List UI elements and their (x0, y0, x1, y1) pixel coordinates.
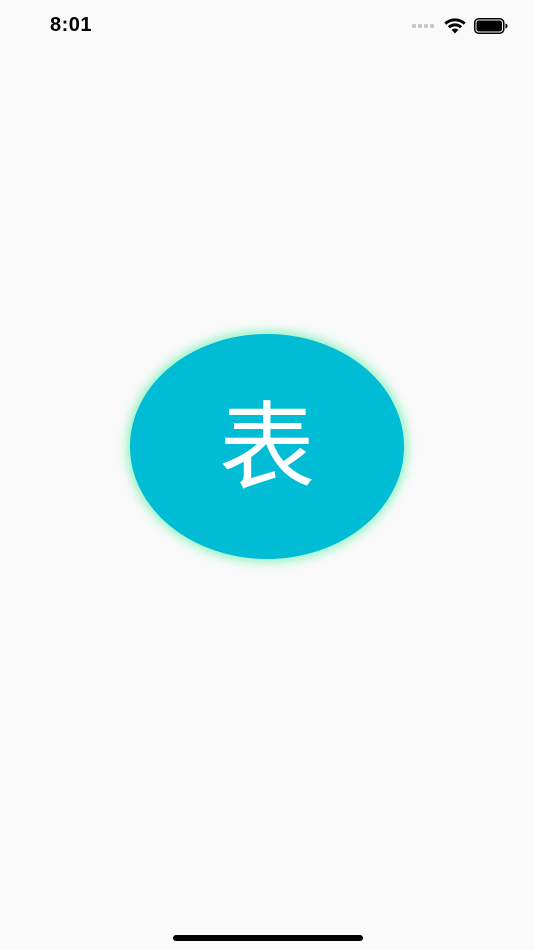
status-icons (412, 18, 508, 34)
signal-icon (412, 24, 434, 28)
status-time: 8:01 (50, 14, 93, 36)
wifi-icon (444, 18, 466, 34)
status-bar: 8:01 (0, 0, 534, 56)
kanji-toggle-button[interactable]: 表 (130, 334, 404, 559)
home-indicator[interactable] (173, 935, 363, 941)
app-screen: 8:01 表 (0, 0, 534, 950)
battery-icon (474, 18, 508, 34)
kanji-toggle-label: 表 (219, 391, 315, 504)
